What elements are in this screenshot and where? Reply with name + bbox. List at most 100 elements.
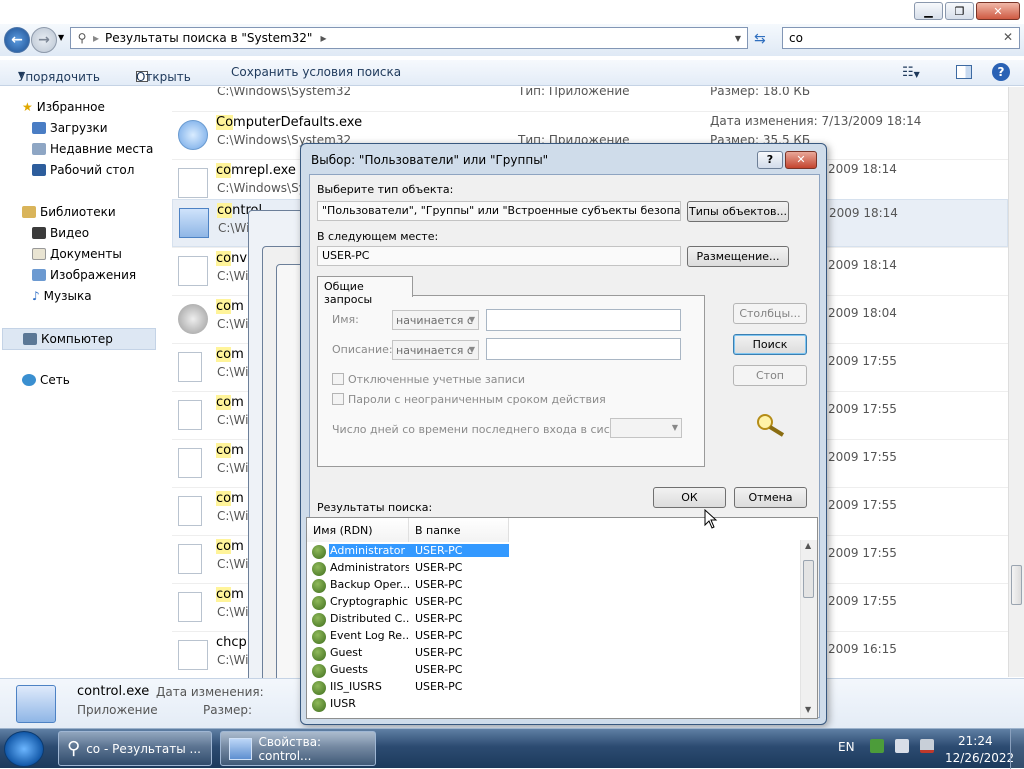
column-header-folder[interactable]: В папке bbox=[409, 518, 509, 542]
back-button[interactable]: ← bbox=[4, 27, 30, 53]
clock-time[interactable]: 21:24 bbox=[958, 734, 993, 748]
disabled-accounts-checkbox[interactable] bbox=[332, 373, 344, 385]
search-input[interactable]: co ✕ bbox=[782, 27, 1020, 49]
table-row[interactable]: Backup Oper... USER-PC bbox=[307, 578, 802, 595]
table-row[interactable]: Administrator USER-PC bbox=[307, 544, 802, 561]
nav-favorites-label: Избранное bbox=[36, 100, 105, 114]
details-date-label: Дата изменения: bbox=[156, 685, 264, 699]
restore-button[interactable]: ❐ bbox=[945, 2, 974, 20]
object-type-label: Выберите тип объекта: bbox=[317, 183, 454, 196]
recent-pages-icon[interactable]: ▼ bbox=[58, 33, 64, 42]
close-button[interactable]: ✕ bbox=[976, 2, 1020, 20]
name-input[interactable] bbox=[486, 309, 681, 331]
nav-video[interactable]: Видео bbox=[32, 226, 89, 240]
start-button[interactable] bbox=[4, 731, 44, 767]
nav-computer[interactable]: Компьютер bbox=[2, 328, 156, 350]
table-row[interactable]: Cryptographic... USER-PC bbox=[307, 595, 802, 612]
address-bar[interactable]: ⚲ ▸ Результаты поиска в "System32" ▸ ▼ bbox=[70, 27, 748, 49]
list-item[interactable]: C:\Windows\System32 Тип: Приложение Разм… bbox=[172, 87, 1008, 111]
file-path: C:\Wi bbox=[217, 557, 249, 571]
scroll-down-icon[interactable]: ▼ bbox=[805, 705, 811, 714]
file-path: C:\Wi bbox=[217, 461, 249, 475]
description-condition-select[interactable]: начинается с bbox=[392, 340, 479, 360]
table-row[interactable]: IUSR bbox=[307, 697, 802, 714]
nav-libraries[interactable]: Библиотеки bbox=[22, 205, 116, 219]
libraries-icon bbox=[22, 206, 36, 218]
stop-button[interactable]: Стоп bbox=[733, 365, 807, 386]
preview-pane-icon[interactable] bbox=[956, 65, 972, 79]
table-row[interactable]: IIS_IUSRS USER-PC bbox=[307, 680, 802, 697]
nav-desktop[interactable]: Рабочий стол bbox=[32, 163, 134, 177]
help-button[interactable]: ? bbox=[757, 151, 783, 169]
action-center-icon[interactable] bbox=[870, 739, 884, 753]
table-row[interactable]: Guests USER-PC bbox=[307, 663, 802, 680]
locations-button[interactable]: Размещение... bbox=[687, 246, 789, 267]
scroll-up-icon[interactable]: ▲ bbox=[805, 541, 811, 550]
nav-documents[interactable]: Документы bbox=[32, 247, 122, 261]
application-icon bbox=[178, 256, 208, 286]
result-folder: USER-PC bbox=[415, 663, 463, 676]
name-condition-select[interactable]: начинается с bbox=[392, 310, 479, 330]
ok-button[interactable]: ОК bbox=[653, 487, 726, 508]
nav-recent-label: Недавние места bbox=[50, 142, 154, 156]
navigation-pane: ★ Избранное Загрузки Недавние места Рабоч… bbox=[0, 87, 160, 677]
nav-recent[interactable]: Недавние места bbox=[32, 142, 153, 156]
taskbar-item-properties[interactable]: Свойства: control... bbox=[220, 731, 376, 766]
star-icon: ★ bbox=[22, 100, 33, 114]
network-status-icon[interactable] bbox=[895, 739, 909, 753]
file-list-scrollbar[interactable] bbox=[1008, 87, 1024, 677]
command-bar: Упорядочить ▼ Открыть Сохранить условия … bbox=[0, 60, 1024, 86]
recent-places-icon bbox=[32, 143, 46, 155]
show-desktop-button[interactable] bbox=[1010, 729, 1024, 769]
dialog-close-button[interactable]: ✕ bbox=[785, 151, 817, 169]
scrollbar-thumb[interactable] bbox=[1011, 565, 1022, 605]
location-label: В следующем месте: bbox=[317, 230, 439, 243]
nav-music[interactable]: ♪ Музыка bbox=[32, 289, 92, 303]
result-name: IUSR bbox=[330, 697, 356, 710]
table-row[interactable]: Administrators USER-PC bbox=[307, 561, 802, 578]
nav-pictures[interactable]: Изображения bbox=[32, 268, 136, 282]
scrollbar-thumb[interactable] bbox=[803, 560, 814, 598]
file-name: com bbox=[216, 347, 244, 362]
nav-downloads[interactable]: Загрузки bbox=[32, 121, 108, 135]
clock-date[interactable]: 12/26/2022 bbox=[945, 751, 1014, 765]
gear-icon bbox=[178, 304, 208, 334]
tab-common-queries[interactable]: Общие запросы bbox=[317, 276, 413, 306]
pictures-icon bbox=[32, 269, 46, 281]
object-types-button[interactable]: Типы объектов... bbox=[687, 201, 789, 222]
view-options-icon[interactable]: ☷ ▼ bbox=[902, 65, 920, 80]
minimize-button[interactable]: ▁ bbox=[914, 2, 943, 20]
table-row[interactable]: Guest USER-PC bbox=[307, 646, 802, 663]
file-name: com bbox=[216, 491, 244, 506]
search-results-label: Результаты поиска: bbox=[317, 501, 433, 514]
results-scrollbar[interactable]: ▲ ▼ bbox=[800, 540, 817, 718]
non-expiring-checkbox[interactable] bbox=[332, 393, 344, 405]
address-dropdown-icon[interactable]: ▼ bbox=[735, 34, 741, 43]
user-icon bbox=[312, 647, 326, 661]
find-now-button[interactable]: Поиск bbox=[733, 334, 807, 355]
file-name: comrepl.exe bbox=[216, 163, 296, 178]
columns-button[interactable]: Столбцы... bbox=[733, 303, 807, 324]
volume-muted-icon[interactable] bbox=[920, 739, 934, 753]
days-since-logon-select[interactable] bbox=[610, 418, 682, 438]
nav-favorites[interactable]: ★ Избранное bbox=[22, 100, 105, 114]
description-input[interactable] bbox=[486, 338, 681, 360]
file-name: com bbox=[216, 299, 244, 314]
cancel-button[interactable]: Отмена bbox=[734, 487, 807, 508]
column-header-name[interactable]: Имя (RDN) bbox=[307, 518, 409, 542]
result-name: Guest bbox=[330, 646, 363, 659]
save-search-button[interactable]: Сохранить условия поиска bbox=[231, 65, 401, 79]
table-row[interactable]: Distributed C... USER-PC bbox=[307, 612, 802, 629]
clear-search-icon[interactable]: ✕ bbox=[1003, 30, 1013, 44]
video-icon bbox=[32, 227, 46, 239]
help-icon[interactable]: ? bbox=[992, 63, 1010, 81]
refresh-icon[interactable]: ⇆ bbox=[754, 31, 766, 47]
forward-button[interactable]: → bbox=[31, 27, 57, 53]
breadcrumb-chevron-icon[interactable]: ▸ bbox=[320, 31, 326, 45]
address-text: Результаты поиска в "System32" bbox=[105, 31, 313, 45]
group-icon bbox=[312, 664, 326, 678]
language-indicator[interactable]: EN bbox=[838, 740, 855, 754]
table-row[interactable]: Event Log Re... USER-PC bbox=[307, 629, 802, 646]
nav-network[interactable]: Сеть bbox=[22, 373, 70, 387]
taskbar-item-explorer[interactable]: ⚲ co - Результаты ... bbox=[58, 731, 212, 766]
